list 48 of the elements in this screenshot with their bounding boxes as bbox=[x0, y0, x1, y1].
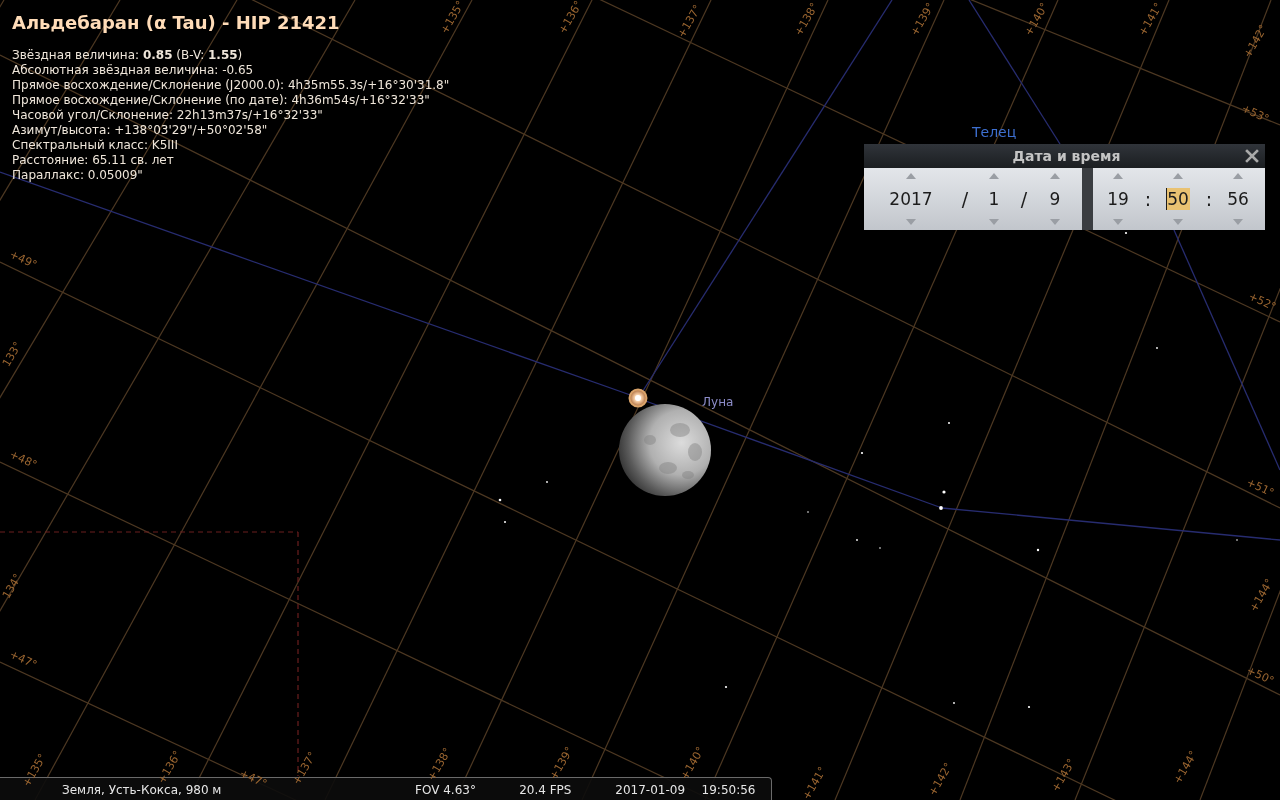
caret-down-icon[interactable] bbox=[906, 219, 916, 225]
month-field[interactable]: 1 bbox=[987, 188, 1001, 210]
time-separator: : bbox=[1144, 188, 1152, 210]
date-separator: / bbox=[1020, 188, 1028, 210]
caret-up-icon[interactable] bbox=[989, 173, 999, 179]
date-separator: / bbox=[961, 188, 969, 210]
grid-coordinate-label: +52° bbox=[1246, 290, 1278, 314]
info-line: Спектральный класс: K5III bbox=[12, 138, 179, 153]
fps-text: 20.4 FPS bbox=[519, 783, 572, 797]
time-separator: : bbox=[1205, 188, 1213, 210]
info-line: Часовой угол/Склонение: 22h13m37s/+16°32'33" bbox=[12, 108, 324, 123]
date-text: 2017-01-09 bbox=[615, 783, 686, 797]
grid-coordinate-label: +47° bbox=[7, 648, 39, 672]
hour-field[interactable]: 19 bbox=[1106, 188, 1130, 210]
grid-coordinate-label: +47° bbox=[237, 767, 269, 791]
info-line: Звёздная величина: 0.85 (B-V: 1.55) bbox=[12, 48, 244, 63]
grid-coordinate-label: +53° bbox=[1239, 102, 1271, 126]
caret-down-icon[interactable] bbox=[1233, 219, 1243, 225]
minute-field[interactable]: 50 bbox=[1166, 188, 1190, 210]
caret-down-icon[interactable] bbox=[989, 219, 999, 225]
caret-up-icon[interactable] bbox=[1113, 173, 1123, 179]
info-line: Расстояние: 65.11 св. лет bbox=[12, 153, 175, 168]
dialog-title: Дата и время bbox=[1012, 147, 1121, 165]
constellation-name: Телец bbox=[972, 124, 1017, 141]
info-line: Абсолютная звёздная величина: -0.65 bbox=[12, 63, 255, 78]
fov-text: FOV 4.63° bbox=[415, 783, 476, 797]
location-text: Земля, Усть-Кокса, 980 м bbox=[62, 783, 222, 797]
grid-coordinate-label: +49° bbox=[7, 248, 39, 272]
caret-up-icon[interactable] bbox=[1050, 173, 1060, 179]
info-line: Прямое восхождение/Склонение (J2000.0): 4h35m55.3s/+16°30'31.8" bbox=[12, 78, 450, 93]
caret-up-icon[interactable] bbox=[906, 173, 916, 179]
grid-coordinate-label: +51° bbox=[1244, 476, 1276, 500]
caret-down-icon[interactable] bbox=[1050, 219, 1060, 225]
moon-label: Луна bbox=[702, 395, 734, 409]
grid-coordinate-label: +50° bbox=[1244, 664, 1276, 688]
caret-up-icon[interactable] bbox=[1173, 173, 1183, 179]
day-field[interactable]: 9 bbox=[1048, 188, 1062, 210]
info-line: Прямое восхождение/Склонение (по дате): 4h36m54s/+16°32'33" bbox=[12, 93, 431, 108]
time-text: 19:50:56 bbox=[701, 783, 756, 797]
grid-coordinate-label: +48° bbox=[7, 448, 39, 472]
caret-down-icon[interactable] bbox=[1173, 219, 1183, 225]
caret-up-icon[interactable] bbox=[1233, 173, 1243, 179]
info-line: Азимут/высота: +138°03'29"/+50°02'58" bbox=[12, 123, 269, 138]
info-line: Параллакс: 0.05009" bbox=[12, 168, 144, 183]
year-field[interactable]: 2017 bbox=[888, 188, 934, 210]
second-field[interactable]: 56 bbox=[1226, 188, 1250, 210]
close-button[interactable] bbox=[1245, 149, 1259, 163]
caret-down-icon[interactable] bbox=[1113, 219, 1123, 225]
